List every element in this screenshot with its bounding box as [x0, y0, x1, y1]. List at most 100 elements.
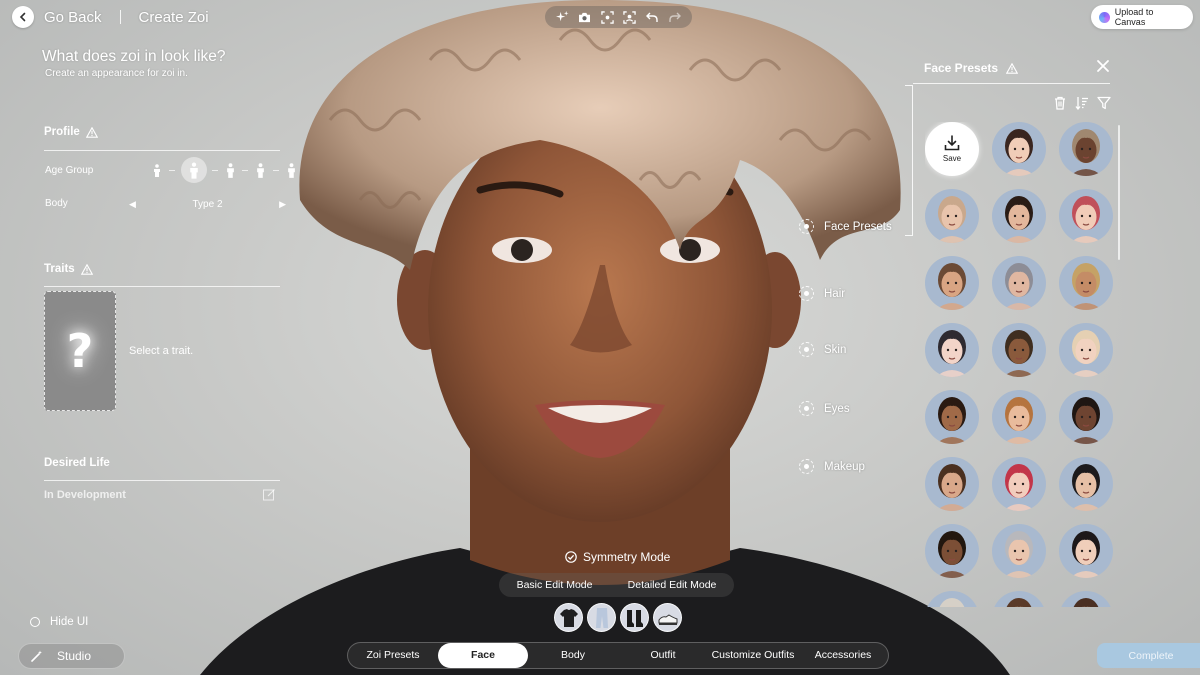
tab-body[interactable]: Body — [528, 643, 618, 668]
magic-wand-icon — [31, 650, 42, 662]
shirt-icon[interactable] — [554, 603, 583, 632]
category-hair[interactable]: Hair — [799, 286, 845, 301]
studio-button[interactable]: Studio — [18, 643, 125, 669]
panel-title: Face Presets — [924, 61, 1019, 75]
face-portrait-icon — [1003, 464, 1035, 511]
trash-icon[interactable] — [1053, 96, 1067, 110]
preset-avatar[interactable] — [992, 457, 1046, 511]
preset-avatar[interactable] — [992, 256, 1046, 310]
age-separator — [272, 169, 279, 171]
preset-avatar[interactable] — [925, 189, 979, 243]
preset-avatar[interactable] — [992, 122, 1046, 176]
person-icon — [154, 163, 160, 177]
face-portrait-icon — [1070, 330, 1102, 377]
tab-outfit[interactable]: Outfit — [618, 643, 708, 668]
preset-avatar[interactable] — [1059, 189, 1113, 243]
question-mark-icon: ? — [66, 324, 94, 378]
close-icon[interactable] — [1095, 58, 1111, 74]
preset-avatar[interactable] — [925, 457, 979, 511]
preset-avatar[interactable] — [925, 524, 979, 578]
preset-avatar[interactable] — [925, 256, 979, 310]
download-icon — [944, 135, 960, 151]
symmetry-mode-toggle[interactable]: Symmetry Mode — [565, 550, 670, 564]
tab-customize-outfits[interactable]: Customize Outfits — [708, 643, 798, 668]
preset-avatar[interactable] — [1059, 591, 1113, 607]
redo-icon[interactable] — [666, 8, 684, 26]
hide-ui-toggle[interactable]: Hide UI — [30, 616, 88, 628]
age-option-young-adult[interactable] — [223, 161, 237, 179]
category-skin[interactable]: Skin — [799, 342, 846, 357]
preset-avatar[interactable] — [925, 390, 979, 444]
face-portrait-icon — [936, 196, 968, 243]
preset-avatar[interactable] — [1059, 390, 1113, 444]
dot-icon — [799, 459, 814, 474]
tab-zoi-presets[interactable]: Zoi Presets — [348, 643, 438, 668]
category-label: Skin — [824, 343, 847, 356]
save-preset-button[interactable]: Save — [925, 122, 979, 176]
body-prev-button[interactable]: ◀ — [125, 199, 140, 210]
complete-button[interactable]: Complete — [1097, 643, 1200, 668]
age-option-elder[interactable] — [284, 161, 298, 179]
category-label: Eyes — [824, 402, 850, 415]
age-separator — [169, 169, 176, 171]
preset-avatar[interactable] — [992, 189, 1046, 243]
camera-icon[interactable] — [576, 8, 594, 26]
preset-avatar[interactable] — [1059, 524, 1113, 578]
trait-slot[interactable]: ? — [44, 291, 116, 411]
face-portrait-icon — [1003, 397, 1035, 444]
preset-avatar[interactable] — [925, 591, 979, 607]
sort-icon[interactable] — [1075, 96, 1089, 110]
person-icon — [287, 162, 295, 178]
age-option-teen[interactable] — [180, 157, 207, 183]
category-face-presets[interactable]: Face Presets — [799, 219, 892, 234]
tab-face[interactable]: Face — [438, 643, 528, 668]
category-makeup[interactable]: Makeup — [799, 459, 865, 474]
preset-avatar[interactable] — [1059, 256, 1113, 310]
preset-avatar[interactable] — [1059, 122, 1113, 176]
appearance-panel: What does zoi in look like? Create an ap… — [0, 0, 300, 675]
preset-avatar[interactable] — [992, 524, 1046, 578]
preset-avatar[interactable] — [992, 323, 1046, 377]
category-label: Makeup — [824, 460, 865, 473]
preset-avatar[interactable] — [992, 591, 1046, 607]
view-toolbar — [545, 6, 692, 28]
face-scan-icon[interactable] — [621, 8, 639, 26]
tab-accessories[interactable]: Accessories — [798, 643, 888, 668]
category-eyes[interactable]: Eyes — [799, 401, 850, 416]
back-button[interactable] — [12, 6, 34, 28]
sparkle-icon[interactable] — [553, 8, 571, 26]
basic-edit-mode-button[interactable]: Basic Edit Mode — [509, 576, 601, 594]
panel-toolbar — [1053, 96, 1111, 110]
dot-icon — [799, 342, 814, 357]
face-portrait-icon — [936, 464, 968, 511]
dot-icon — [799, 401, 814, 416]
focus-icon[interactable] — [598, 8, 616, 26]
face-portrait-icon — [939, 598, 965, 607]
preset-avatar[interactable] — [1059, 457, 1113, 511]
person-icon — [189, 162, 198, 179]
preset-avatar[interactable] — [992, 390, 1046, 444]
boots-icon[interactable] — [620, 603, 649, 632]
dot-icon — [799, 286, 814, 301]
detailed-edit-mode-button[interactable]: Detailed Edit Mode — [620, 576, 725, 594]
face-portrait-icon — [1003, 531, 1035, 578]
panel-scrollbar[interactable] — [1118, 125, 1120, 260]
upload-to-canvas-button[interactable]: Upload to Canvas — [1091, 5, 1193, 29]
filter-icon[interactable] — [1097, 96, 1111, 110]
age-option-adult[interactable] — [254, 161, 268, 179]
preset-avatar[interactable] — [925, 323, 979, 377]
sneakers-icon[interactable] — [653, 603, 682, 632]
category-label: Hair — [824, 287, 846, 300]
age-option-child[interactable] — [150, 161, 164, 179]
check-circle-icon — [565, 551, 577, 563]
radio-icon — [30, 617, 40, 627]
preset-avatar[interactable] — [1059, 323, 1113, 377]
body-next-button[interactable]: ▶ — [275, 199, 290, 210]
undo-icon[interactable] — [643, 8, 661, 26]
outfit-quick-slots — [554, 603, 682, 632]
profile-heading: Profile — [44, 126, 98, 138]
pants-icon[interactable] — [587, 603, 616, 632]
back-label[interactable]: Go Back — [44, 9, 102, 26]
symmetry-label: Symmetry Mode — [583, 550, 671, 564]
upload-label: Upload to Canvas — [1114, 7, 1154, 27]
